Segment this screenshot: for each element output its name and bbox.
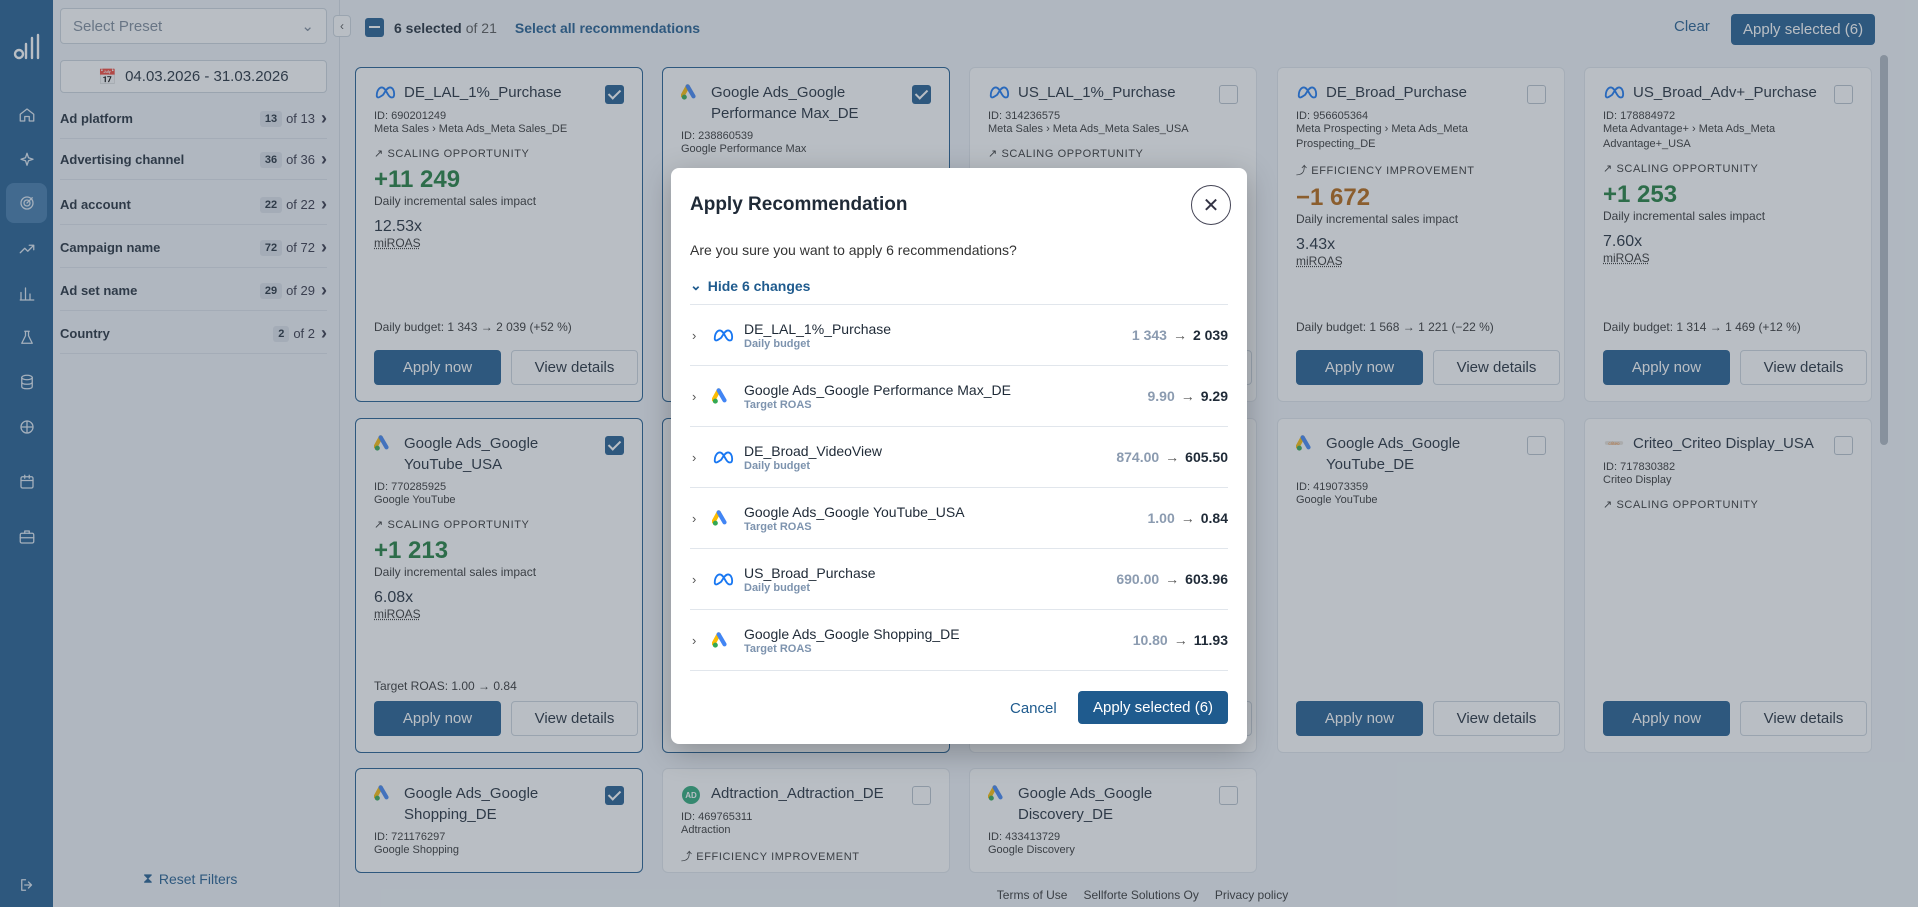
- change-row[interactable]: › Google Ads_Google Shopping_DE Target ROA…: [690, 610, 1228, 671]
- dialog-apply-button[interactable]: Apply selected (6): [1078, 691, 1228, 724]
- google-logo-icon: [711, 510, 734, 526]
- old-value: 690.00: [1116, 571, 1160, 587]
- change-type: Daily budget: [744, 337, 811, 350]
- toggle-changes-button[interactable]: ⌄ Hide 6 changes: [690, 277, 810, 294]
- change-type: Daily budget: [744, 581, 811, 594]
- old-value: 10.80: [1132, 632, 1168, 648]
- chevron-right-icon[interactable]: ›: [690, 633, 710, 648]
- old-value: 1.00: [1147, 510, 1175, 526]
- dialog-question: Are you sure you want to apply 6 recomme…: [690, 242, 1017, 258]
- change-name: Google Ads_Google Performance Max_DE: [744, 381, 1011, 398]
- change-type: Target ROAS: [744, 398, 812, 411]
- change-type: Target ROAS: [744, 642, 812, 655]
- dialog-title: Apply Recommendation: [690, 194, 908, 215]
- new-value: 9.29: [1200, 388, 1228, 404]
- new-value: 605.50: [1185, 449, 1228, 465]
- old-value: 9.90: [1147, 388, 1175, 404]
- change-name: Google Ads_Google Shopping_DE: [744, 625, 960, 642]
- cancel-button[interactable]: Cancel: [1010, 700, 1057, 717]
- change-row[interactable]: › US_Broad_Purchase Daily budget 690.00 → 603…: [690, 549, 1228, 610]
- arrow-right-icon: →: [1172, 327, 1187, 343]
- toggle-changes-label: Hide 6 changes: [707, 277, 811, 294]
- change-row[interactable]: › DE_LAL_1%_Purchase Daily budget 1 343 → 2 0…: [690, 305, 1228, 366]
- change-name: Google Ads_Google YouTube_USA: [744, 503, 965, 520]
- new-value: 603.96: [1185, 571, 1228, 587]
- old-value: 874.00: [1116, 449, 1160, 465]
- change-row[interactable]: › Google Ads_Google YouTube_USA Target ROA…: [690, 488, 1228, 549]
- arrow-right-icon: →: [1180, 388, 1195, 404]
- old-value: 1 343: [1131, 327, 1167, 343]
- app-root: Select Preset ⌄ ‹ 📅 04.03.2026 - 31.03.202…: [0, 0, 1918, 907]
- google-logo-icon: [711, 388, 734, 404]
- chevron-right-icon[interactable]: ›: [690, 328, 710, 343]
- meta-logo-icon: [712, 571, 734, 587]
- arrow-right-icon: →: [1165, 571, 1180, 587]
- arrow-right-icon: →: [1165, 449, 1180, 465]
- change-row[interactable]: › DE_Broad_VideoView Daily budget 874.00 → 60…: [690, 427, 1228, 488]
- change-type: Daily budget: [744, 459, 811, 472]
- change-name: US_Broad_Purchase: [744, 564, 876, 581]
- change-type: Target ROAS: [744, 520, 812, 533]
- chevron-right-icon[interactable]: ›: [690, 572, 710, 587]
- change-name: DE_Broad_VideoView: [744, 442, 883, 459]
- meta-logo-icon: [712, 327, 734, 343]
- new-value: 0.84: [1200, 510, 1228, 526]
- chevron-down-icon: ⌄: [690, 277, 702, 293]
- change-row[interactable]: › Google Ads_Google Performance Max_DE Tar…: [690, 366, 1228, 427]
- close-button[interactable]: ✕: [1191, 185, 1231, 225]
- changes-list: › DE_LAL_1%_Purchase Daily budget 1 343 → 2 0…: [690, 304, 1228, 671]
- change-name: DE_LAL_1%_Purchase: [744, 320, 892, 337]
- new-value: 2 039: [1192, 327, 1228, 343]
- chevron-right-icon[interactable]: ›: [690, 450, 710, 465]
- close-icon: ✕: [1202, 194, 1220, 217]
- arrow-right-icon: →: [1173, 632, 1188, 648]
- meta-logo-icon: [712, 449, 734, 465]
- chevron-right-icon[interactable]: ›: [690, 511, 710, 526]
- arrow-right-icon: →: [1180, 510, 1195, 526]
- chevron-right-icon[interactable]: ›: [690, 389, 710, 404]
- google-logo-icon: [711, 632, 734, 648]
- apply-recommendation-dialog: Apply Recommendation ✕ Are you sure you …: [671, 168, 1247, 744]
- new-value: 11.93: [1193, 632, 1228, 648]
